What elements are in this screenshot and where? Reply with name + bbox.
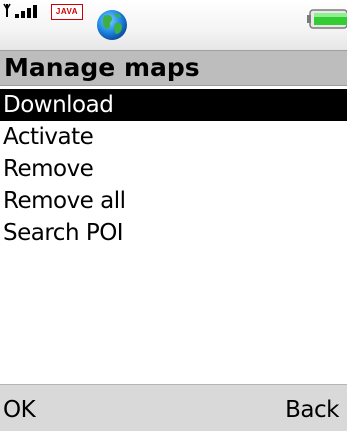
menu-item-search-poi[interactable]: Search POI [0, 217, 347, 249]
ok-softkey[interactable]: OK [3, 393, 36, 427]
menu-item-remove-all[interactable]: Remove all [0, 185, 347, 217]
page-title: Manage maps [4, 53, 200, 82]
phone-screen: JAVA Manage maps Download Activate Remov… [0, 0, 347, 431]
menu-item-download[interactable]: Download [0, 89, 347, 121]
back-softkey[interactable]: Back [285, 393, 339, 427]
status-bar: JAVA [0, 0, 347, 50]
signal-strength-icon [3, 3, 37, 18]
softkey-bar: OK Back [0, 384, 347, 431]
menu-item-activate[interactable]: Activate [0, 121, 347, 153]
java-icon: JAVA [51, 4, 83, 20]
title-bar: Manage maps [0, 50, 347, 86]
battery-icon [307, 9, 347, 29]
menu-item-remove[interactable]: Remove [0, 153, 347, 185]
globe-icon [97, 10, 127, 40]
manage-maps-menu: Download Activate Remove Remove all Sear… [0, 89, 347, 249]
